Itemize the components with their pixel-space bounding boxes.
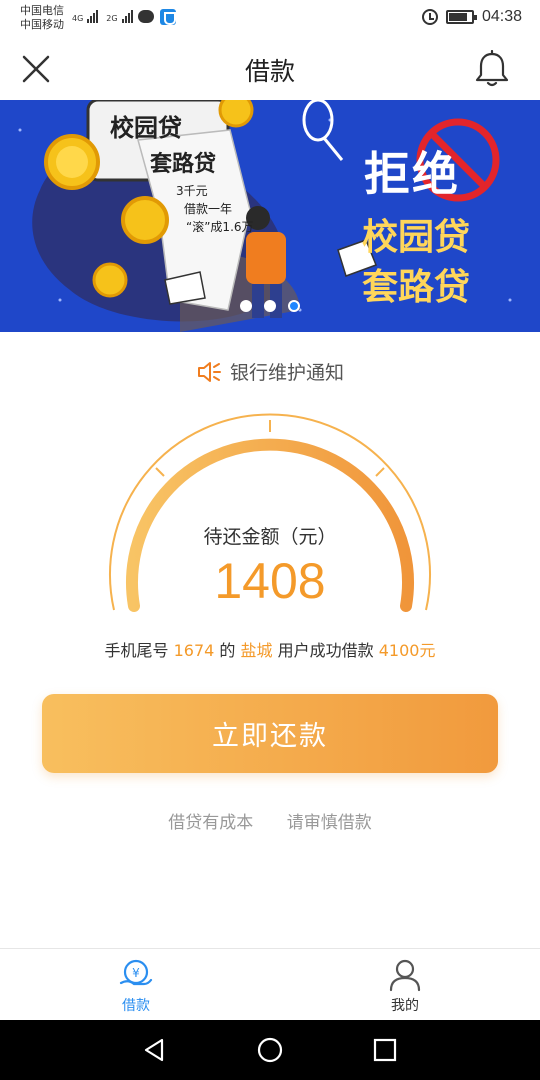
carrier-1: 中国电信 <box>20 4 64 17</box>
clock: 04:38 <box>481 8 522 25</box>
maintenance-notice[interactable]: 银行维护通知 <box>0 358 540 385</box>
risk-tips: 借贷有成本 请审慎借款 <box>0 808 540 833</box>
paper-line-2: 借款一年 <box>184 202 233 216</box>
carrier-2: 中国移动 <box>20 18 64 31</box>
net-type-2: 2G <box>106 14 118 23</box>
nav-item-loan[interactable]: ¥ 借款 <box>86 957 186 1015</box>
bell-icon[interactable] <box>474 50 510 88</box>
back-icon[interactable] <box>140 1035 170 1065</box>
loan-icon: ¥ <box>119 959 153 986</box>
gauge-label: 待还金额（元） <box>203 526 337 548</box>
banner-dot[interactable] <box>264 300 276 312</box>
notice-text: 银行维护通知 <box>229 362 344 384</box>
net-type-1: 4G <box>72 14 84 23</box>
nav-label-loan: 借款 <box>122 998 150 1014</box>
speaker-icon <box>197 361 221 382</box>
chat-icon <box>138 10 154 23</box>
pending-amount: 1408 <box>214 553 326 609</box>
shield-icon <box>160 9 176 25</box>
signal-bars-2 <box>121 9 133 23</box>
battery-icon <box>445 10 477 24</box>
ticker-middle-1: 的 <box>219 641 236 660</box>
ticker-amount: 4100元 <box>378 641 436 660</box>
loan-success-ticker: 手机尾号 1674 的 盐城 用户成功借款 4100元 <box>0 637 540 661</box>
repay-now-button[interactable]: 立即还款 <box>42 694 498 773</box>
banner-dot-active[interactable] <box>288 300 300 312</box>
banner-dot[interactable] <box>240 300 252 312</box>
status-bar: 中国电信 中国移动 4G 2G 04:38 <box>0 0 540 36</box>
paper-title-2: 套路贷 <box>150 152 217 177</box>
banner-reject-text: 拒绝 <box>364 147 460 201</box>
tip-caution: 请审慎借款 <box>286 813 372 833</box>
system-nav-bar <box>0 1020 540 1080</box>
ticker-phone-tail: 1674 <box>173 641 215 660</box>
header: 借款 <box>0 36 540 100</box>
carrier-labels: 中国电信 中国移动 <box>20 4 64 32</box>
svg-text:¥: ¥ <box>132 966 140 980</box>
paper-line-3: “滚”成1.6万 <box>186 220 254 234</box>
ticker-prefix: 手机尾号 <box>104 641 169 660</box>
ticker-middle-2: 用户成功借款 <box>277 641 374 660</box>
signal-icon: 4G 2G <box>72 9 139 23</box>
bottom-nav: ¥ 借款 我的 <box>0 948 540 1020</box>
banner-campus-loan-text: 校园贷 <box>362 217 471 258</box>
nav-label-mine: 我的 <box>391 998 419 1014</box>
user-icon <box>389 959 421 992</box>
status-right: 04:38 <box>421 8 522 26</box>
signal-bars-1 <box>87 9 99 23</box>
home-icon[interactable] <box>255 1035 285 1065</box>
tip-cost: 借贷有成本 <box>168 813 254 833</box>
recents-icon[interactable] <box>370 1035 400 1065</box>
paper-title-1: 校园贷 <box>110 114 182 142</box>
paper-line-1: 3千元 <box>176 184 208 198</box>
banner-pagination[interactable] <box>240 300 300 312</box>
banner-trap-loan-text: 套路贷 <box>362 267 471 308</box>
nav-item-mine[interactable]: 我的 <box>355 957 455 1015</box>
page-title: 借款 <box>244 57 295 86</box>
ticker-city: 盐城 <box>240 641 273 660</box>
alarm-icon <box>421 9 438 25</box>
